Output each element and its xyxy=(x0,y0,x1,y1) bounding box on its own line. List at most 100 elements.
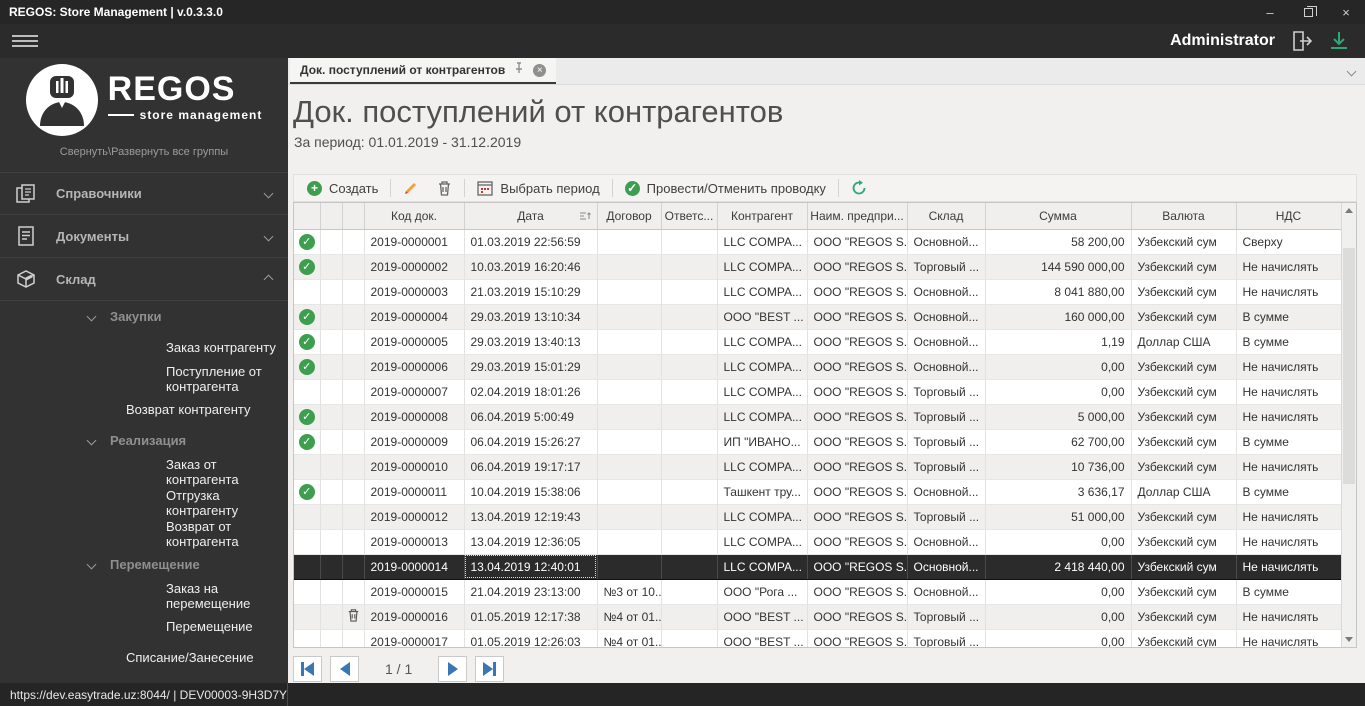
table-row[interactable]: 2019-0000003 21.03.2019 15:10:29 LLC COMPA… xyxy=(294,279,1342,305)
cell-currency[interactable]: Доллар США xyxy=(1131,329,1237,355)
cell-c2[interactable] xyxy=(320,629,343,647)
close-button[interactable]: × xyxy=(1327,0,1365,24)
cell-posted[interactable]: ✓ xyxy=(294,254,321,280)
cell-posted[interactable] xyxy=(294,379,321,405)
cell-amount[interactable]: 0,00 xyxy=(985,629,1132,647)
cell-resp[interactable] xyxy=(661,354,718,380)
cell-company[interactable]: ООО "REGOS S... xyxy=(807,429,908,455)
cell-code[interactable]: 2019-0000009 xyxy=(364,429,465,455)
cell-vat[interactable]: В сумме xyxy=(1236,429,1342,455)
logout-icon[interactable] xyxy=(1289,29,1313,53)
cell-currency[interactable]: Узбекский сум xyxy=(1131,454,1237,480)
cell-contractor[interactable]: LLC COMPA... xyxy=(717,379,808,405)
cell-warehouse[interactable]: Основной... xyxy=(907,279,986,305)
cell-date[interactable]: 02.04.2019 18:01:26 xyxy=(464,379,598,405)
cell-warehouse[interactable]: Торговый ... xyxy=(907,604,986,630)
cell-c3[interactable] xyxy=(342,579,365,605)
cell-posted[interactable]: ✓ xyxy=(294,429,321,455)
cell-company[interactable]: ООО "REGOS S... xyxy=(807,504,908,530)
cell-resp[interactable] xyxy=(661,254,718,280)
cell-resp[interactable] xyxy=(661,429,718,455)
cell-warehouse[interactable]: Основной... xyxy=(907,229,986,255)
cell-vat[interactable]: В сумме xyxy=(1236,304,1342,330)
cell-currency[interactable]: Узбекский сум xyxy=(1131,304,1237,330)
table-row[interactable]: 2019-0000014 13.04.2019 12:40:01 LLC COMPA… xyxy=(294,554,1342,580)
cell-contractor[interactable]: ООО "BEST ... xyxy=(717,304,808,330)
cell-contractor[interactable]: LLC COMPA... xyxy=(717,554,808,580)
column-header-3[interactable]: Код док. xyxy=(364,203,465,230)
cell-resp[interactable] xyxy=(661,454,718,480)
cell-warehouse[interactable]: Торговый ... xyxy=(907,254,986,280)
cell-date[interactable]: 29.03.2019 13:40:13 xyxy=(464,329,598,355)
tab-doc-postupleniy[interactable]: Док. поступлений от контрагентов × xyxy=(290,58,557,84)
cell-warehouse[interactable]: Торговый ... xyxy=(907,379,986,405)
cell-vat[interactable]: Не начислять xyxy=(1236,529,1342,555)
sidebar-item-0[interactable]: Справочники xyxy=(0,172,288,215)
cell-c2[interactable] xyxy=(320,529,343,555)
cell-c3[interactable] xyxy=(342,404,365,430)
cell-company[interactable]: ООО "REGOS S... xyxy=(807,329,908,355)
cell-resp[interactable] xyxy=(661,404,718,430)
column-header-1[interactable] xyxy=(320,203,343,230)
select-period-button[interactable]: Выбрать период xyxy=(468,176,608,200)
cell-contractor[interactable]: ООО "BEST ... xyxy=(717,629,808,647)
cell-contractor[interactable]: ООО "Рога ... xyxy=(717,579,808,605)
sidebar-item-11[interactable]: Перемещение xyxy=(0,549,288,580)
table-row[interactable]: ✓ 2019-0000008 06.04.2019 5:00:49 LLC COMPA… xyxy=(294,404,1342,430)
cell-contractor[interactable]: LLC COMPA... xyxy=(717,229,808,255)
cell-company[interactable]: ООО "REGOS S... xyxy=(807,404,908,430)
column-header-6[interactable]: Ответс... xyxy=(661,203,718,230)
cell-c3[interactable] xyxy=(342,529,365,555)
cell-code[interactable]: 2019-0000015 xyxy=(364,579,465,605)
cell-posted[interactable]: ✓ xyxy=(294,229,321,255)
cell-code[interactable]: 2019-0000003 xyxy=(364,279,465,305)
prev-page-button[interactable] xyxy=(330,656,359,682)
sidebar-item-4[interactable]: Заказ контрагенту xyxy=(0,332,288,363)
column-header-9[interactable]: Склад xyxy=(907,203,986,230)
cell-code[interactable]: 2019-0000004 xyxy=(364,304,465,330)
cell-contractor[interactable]: LLC COMPA... xyxy=(717,404,808,430)
cell-company[interactable]: ООО "REGOS S... xyxy=(807,579,908,605)
cell-code[interactable]: 2019-0000006 xyxy=(364,354,465,380)
table-row[interactable]: 2019-0000013 13.04.2019 12:36:05 LLC COMPA… xyxy=(294,529,1342,555)
cell-date[interactable]: 01.05.2019 12:26:03 xyxy=(464,629,598,647)
cell-code[interactable]: 2019-0000017 xyxy=(364,629,465,647)
cell-company[interactable]: ООО "REGOS S... xyxy=(807,354,908,380)
cell-amount[interactable]: 10 736,00 xyxy=(985,454,1132,480)
table-row[interactable]: ✓ 2019-0000005 29.03.2019 13:40:13 LLC COMP… xyxy=(294,329,1342,355)
cell-contractor[interactable]: LLC COMPA... xyxy=(717,454,808,480)
cell-company[interactable]: ООО "REGOS S... xyxy=(807,229,908,255)
cell-date[interactable]: 10.04.2019 15:38:06 xyxy=(464,479,598,505)
table-row[interactable]: ✓ 2019-0000011 10.04.2019 15:38:06 Ташкент … xyxy=(294,479,1342,505)
cell-contract[interactable] xyxy=(597,404,662,430)
cell-c2[interactable] xyxy=(320,454,343,480)
cell-vat[interactable]: Не начислять xyxy=(1236,354,1342,380)
last-page-button[interactable] xyxy=(475,656,505,682)
cell-c2[interactable] xyxy=(320,229,343,255)
cell-contract[interactable] xyxy=(597,379,662,405)
cell-c3[interactable] xyxy=(342,254,365,280)
cell-c2[interactable] xyxy=(320,604,343,630)
cell-posted[interactable] xyxy=(294,604,321,630)
cell-warehouse[interactable]: Торговый ... xyxy=(907,629,986,647)
cell-resp[interactable] xyxy=(661,479,718,505)
sidebar-item-9[interactable]: Отгрузка контрагенту xyxy=(0,487,288,518)
cell-c3[interactable] xyxy=(342,329,365,355)
cell-amount[interactable]: 0,00 xyxy=(985,529,1132,555)
cell-c3[interactable] xyxy=(342,279,365,305)
cell-contractor[interactable]: LLC COMPA... xyxy=(717,254,808,280)
sidebar-item-6[interactable]: Возврат контрагенту xyxy=(0,394,288,425)
sidebar-item-15[interactable]: Инвентаризация xyxy=(0,673,288,683)
cell-warehouse[interactable]: Торговый ... xyxy=(907,404,986,430)
cell-contractor[interactable]: LLC COMPA... xyxy=(717,279,808,305)
refresh-button[interactable] xyxy=(842,176,876,200)
cell-c2[interactable] xyxy=(320,304,343,330)
table-row[interactable]: 2019-0000010 06.04.2019 19:17:17 LLC COMPA… xyxy=(294,454,1342,480)
cell-c2[interactable] xyxy=(320,379,343,405)
cell-vat[interactable]: В сумме xyxy=(1236,479,1342,505)
cell-c2[interactable] xyxy=(320,554,343,580)
column-header-7[interactable]: Контрагент xyxy=(717,203,808,230)
sidebar-item-8[interactable]: Заказ от контрагента xyxy=(0,456,288,487)
cell-company[interactable]: ООО "REGOS S... xyxy=(807,304,908,330)
sidebar-item-14[interactable]: Списание/Занесение xyxy=(0,642,288,673)
